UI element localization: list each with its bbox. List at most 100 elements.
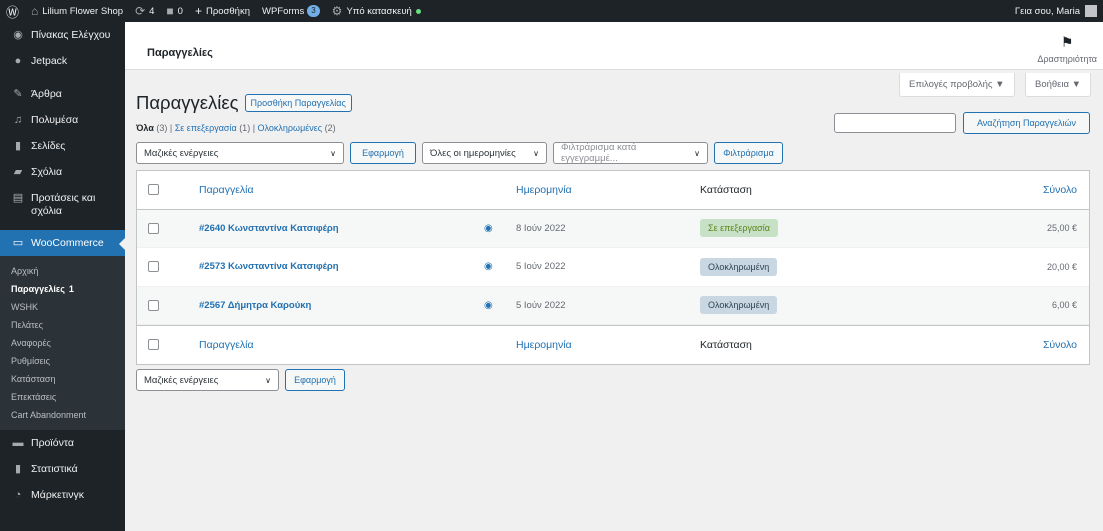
orders-count-badge: 1: [68, 284, 74, 294]
bulk-actions-select-top[interactable]: Μαζικές ενέργειες ∨: [136, 142, 344, 164]
submenu-settings[interactable]: Ρυθμίσεις: [0, 352, 125, 370]
filter-button[interactable]: Φιλτράρισμα: [714, 142, 783, 164]
status-badge: Ολοκληρωμένη: [700, 296, 778, 315]
products-icon: ▬: [12, 437, 24, 449]
filter-processing[interactable]: Σε επεξεργασία: [175, 123, 237, 133]
wordpress-logo-icon[interactable]: Ⓦ: [0, 0, 25, 22]
site-name-link[interactable]: ⌂ Lilium Flower Shop: [25, 0, 129, 22]
page-title: Παραγγελίες: [136, 92, 239, 113]
page-header: Παραγγελίες ⚑ Δραστηριότητα: [125, 22, 1103, 70]
maintenance-link[interactable]: ⚙ Υπό κατασκευή: [326, 0, 427, 22]
table-header-row: Παραγγελία Ημερομηνία Κατάσταση Σύνολο: [137, 171, 1089, 210]
sidebar-item-posts[interactable]: ✎ Άρθρα: [0, 81, 125, 107]
eye-icon[interactable]: ◉: [484, 261, 493, 272]
submenu-home[interactable]: Αρχική: [0, 262, 125, 280]
apply-button-top[interactable]: Εφαρμογή: [350, 142, 416, 164]
order-total: 6,00 €: [1051, 300, 1077, 311]
row-checkbox[interactable]: [148, 299, 159, 311]
table-row[interactable]: #2640 Κωνσταντίνα Κατσιφέρη ◉ 8 Ιούν 202…: [137, 209, 1089, 248]
customer-filter-select[interactable]: Φιλτράρισμα κατά εγγεγραμμέ... ∨: [553, 142, 708, 164]
search-input[interactable]: [834, 113, 956, 133]
add-order-button[interactable]: Προσθήκη Παραγγελίας: [244, 94, 352, 112]
sidebar-item-dashboard[interactable]: ◉ Πίνακας Ελέγχου: [0, 22, 125, 48]
updates-link[interactable]: ⟳ 4: [129, 0, 160, 22]
submenu-reports[interactable]: Αναφορές: [0, 334, 125, 352]
header-title: Παραγγελίες: [147, 47, 213, 59]
sidebar-item-feedback[interactable]: ▤ Προτάσεις και σχόλια: [0, 185, 125, 224]
column-footer-date[interactable]: Ημερομηνία: [516, 339, 572, 351]
sidebar-item-woocommerce[interactable]: ▭ WooCommerce: [0, 230, 125, 256]
table-row[interactable]: #2567 Δήμητρα Καρούκη ◉ 5 Ιούν 2022 Ολοκ…: [137, 286, 1089, 325]
eye-icon[interactable]: ◉: [484, 300, 493, 311]
table-footer-row: Παραγγελία Ημερομηνία Κατάσταση Σύνολο: [137, 325, 1089, 364]
column-header-total[interactable]: Σύνολο: [1043, 184, 1077, 196]
submenu-extensions[interactable]: Επεκτάσεις: [0, 388, 125, 406]
admin-sidebar: ◉ Πίνακας Ελέγχου ● Jetpack ✎ Άρθρα ♫ Πολυμέ…: [0, 22, 125, 531]
select-all-checkbox-footer[interactable]: [148, 339, 159, 351]
status-filters: Όλα (3) | Σε επεξεργασία (1) | Ολοκληρωμ…: [136, 123, 336, 133]
row-checkbox[interactable]: [148, 222, 159, 234]
sidebar-item-stats[interactable]: ▮ Στατιστικά: [0, 456, 125, 482]
wpforms-link[interactable]: WPForms 3: [256, 0, 326, 22]
chevron-down-icon: ∨: [330, 148, 336, 158]
order-date: 5 Ιούν 2022: [516, 261, 566, 273]
order-date: 5 Ιούν 2022: [516, 299, 566, 311]
chevron-down-icon: ∨: [694, 148, 700, 158]
table-row[interactable]: #2573 Κωνσταντίνα Κατσιφέρη ◉ 5 Ιούν 202…: [137, 248, 1089, 287]
eye-icon[interactable]: ◉: [484, 223, 493, 234]
select-all-checkbox[interactable]: [148, 184, 159, 196]
activity-button[interactable]: ⚑ Δραστηριότητα: [1037, 34, 1097, 64]
filter-all[interactable]: Όλα: [136, 123, 154, 133]
comment-icon: ▰: [13, 166, 23, 178]
column-header-date[interactable]: Ημερομηνία: [516, 184, 572, 196]
woocommerce-icon: ▭: [12, 237, 24, 249]
order-link[interactable]: #2567 Δήμητρα Καρούκη: [199, 300, 311, 311]
date-filter-select[interactable]: Όλες οι ημερομηνίες ∨: [422, 142, 547, 164]
search-orders-button[interactable]: Αναζήτηση Παραγγελιών: [963, 112, 1090, 134]
home-icon: ⌂: [31, 4, 39, 18]
submenu-wshk[interactable]: WSHK: [0, 298, 125, 316]
column-footer-total[interactable]: Σύνολο: [1043, 339, 1077, 351]
order-total: 25,00 €: [1046, 223, 1077, 234]
chevron-down-icon: ∨: [533, 148, 539, 158]
help-button[interactable]: Βοήθεια ▼: [1025, 73, 1092, 97]
chevron-down-icon: ∨: [265, 375, 271, 385]
sidebar-item-jetpack[interactable]: ● Jetpack: [0, 48, 125, 74]
avatar: [1085, 5, 1097, 17]
status-dot: [415, 8, 421, 14]
order-link[interactable]: #2573 Κωνσταντίνα Κατσιφέρη: [199, 261, 339, 272]
column-footer-order[interactable]: Παραγγελία: [199, 339, 254, 351]
comment-icon: ■: [166, 4, 174, 18]
new-content-link[interactable]: + Προσθήκη: [189, 0, 256, 22]
gear-icon: ⚙: [331, 4, 343, 18]
submenu-status[interactable]: Κατάσταση: [0, 370, 125, 388]
submenu-customers[interactable]: Πελάτες: [0, 316, 125, 334]
sidebar-item-comments[interactable]: ▰ Σχόλια: [0, 159, 125, 185]
sidebar-item-media[interactable]: ♫ Πολυμέσα: [0, 107, 125, 133]
account-menu[interactable]: Γεια σου, Maria: [1009, 0, 1103, 22]
sidebar-item-marketing[interactable]: ◔ Μάρκετινγκ: [0, 482, 125, 508]
column-header-order[interactable]: Παραγγελία: [199, 184, 254, 196]
submenu-cart-abandonment[interactable]: Cart Abandonment: [0, 406, 125, 424]
comments-link[interactable]: ■ 0: [160, 0, 189, 22]
submenu-orders[interactable]: Παραγγελίες 1: [0, 280, 125, 298]
order-total: 20,00 €: [1046, 261, 1077, 272]
sidebar-item-products[interactable]: ▬ Προϊόντα: [0, 430, 125, 456]
status-badge: Ολοκληρωμένη: [700, 257, 778, 276]
screen-options-button[interactable]: Επιλογές προβολής ▼: [899, 73, 1015, 97]
sidebar-item-pages[interactable]: ▮ Σελίδες: [0, 133, 125, 159]
column-footer-status: Κατάσταση: [700, 338, 752, 351]
bulk-actions-select-bottom[interactable]: Μαζικές ενέργειες ∨: [136, 369, 279, 391]
marketing-icon: ◔: [14, 489, 22, 501]
column-header-status: Κατάσταση: [700, 183, 752, 196]
jetpack-icon: ●: [14, 55, 22, 67]
apply-button-bottom[interactable]: Εφαρμογή: [285, 369, 345, 391]
dashboard-icon: ◉: [13, 29, 23, 41]
status-badge: Σε επεξεργασία: [700, 219, 778, 238]
media-icon: ♫: [13, 114, 23, 126]
page-icon: ▮: [14, 140, 22, 152]
filter-completed[interactable]: Ολοκληρωμένες: [258, 123, 323, 133]
woocommerce-submenu: Αρχική Παραγγελίες 1 WSHK Πελάτες Αναφορέ…: [0, 256, 125, 430]
order-link[interactable]: #2640 Κωνσταντίνα Κατσιφέρη: [199, 223, 339, 234]
row-checkbox[interactable]: [148, 261, 159, 273]
